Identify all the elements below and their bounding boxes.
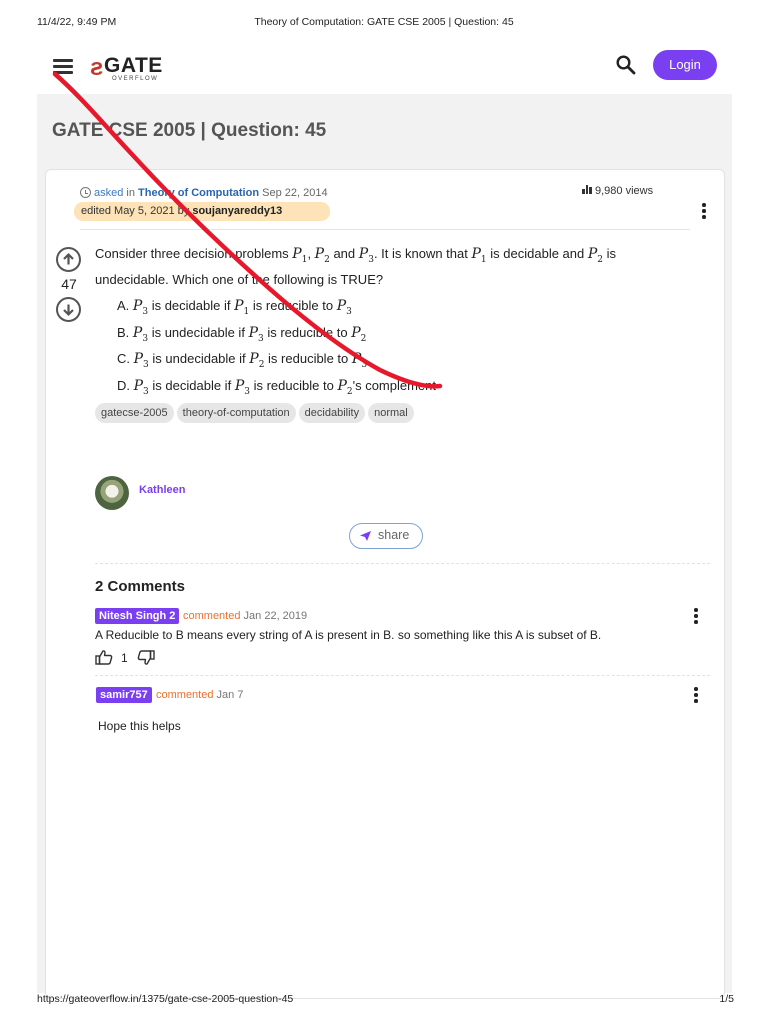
like-count: 1 [121, 651, 128, 665]
category-link[interactable]: Theory of Computation [138, 187, 259, 199]
comment-more-icon[interactable] [694, 608, 698, 624]
top-navbar: ƨ GATE OVERFLOW Login [37, 38, 732, 94]
search-icon[interactable] [615, 54, 637, 76]
edited-label: edited May 5, 2021 [81, 205, 175, 217]
comment-text: Hope this helps [98, 719, 181, 733]
logo-subtext: OVERFLOW [112, 76, 159, 82]
asked-label: asked [94, 187, 124, 199]
comment-user-link[interactable]: samir757 [96, 687, 152, 703]
bar-chart-icon [582, 185, 592, 194]
views-label: views [625, 185, 654, 197]
divider [80, 229, 690, 230]
math-p2: P2 [314, 246, 330, 265]
math-p3: P3 [358, 246, 374, 265]
question-text-part: is decidable and [490, 246, 585, 261]
comments-heading: 2 Comments [95, 578, 186, 595]
page-title: GATE CSE 2005 | Question: 45 [52, 120, 327, 141]
tag-chip[interactable]: normal [368, 403, 414, 423]
comment-text: A Reducible to B means every string of A… [95, 628, 602, 642]
question-meta: asked in Theory of Computation Sep 22, 2… [80, 185, 328, 199]
comment-meta: commented Jan 22, 2019 [183, 610, 308, 622]
divider [95, 563, 710, 564]
tag-chip[interactable]: decidability [298, 403, 366, 423]
comment-user-link[interactable]: Nitesh Singh 2 [95, 608, 180, 624]
author-link[interactable]: Kathleen [139, 484, 185, 496]
question-text: Consider three decision problems P1, P2 … [95, 246, 617, 287]
math-p2: P2 [587, 246, 604, 265]
option-b: B. P3 is undecidable if P3 is reducible … [117, 324, 367, 344]
option-c: C. P3 is undecidable if P2 is reducible … [117, 351, 368, 370]
math-p1: P1 [471, 246, 487, 265]
tag-list: gatecse-2005 theory-of-computation decidab… [95, 403, 417, 423]
views-number: 9,980 [595, 185, 623, 197]
logo-mark: ƨ [90, 54, 104, 81]
tag-chip[interactable]: gatecse-2005 [95, 403, 174, 423]
option-a: A. P3 is decidable if P1 is reducible to… [117, 298, 352, 317]
print-header: 11/4/22, 9:49 PM Theory of Computation: … [0, 16, 768, 30]
view-count: 9,980 views [582, 185, 653, 197]
option-d: D. P3 is decidable if P3 is reducible to… [117, 377, 436, 397]
clock-icon [80, 187, 91, 198]
question-text-part: . It is known that [373, 246, 468, 261]
print-page-title: Theory of Computation: GATE CSE 2005 | Q… [254, 16, 514, 28]
comment-more-icon[interactable] [694, 687, 698, 703]
downvote-icon[interactable] [56, 297, 81, 322]
print-page-number: 1/5 [719, 993, 734, 1005]
math-p1: P1 [292, 246, 308, 265]
upvote-icon[interactable] [56, 247, 81, 272]
editor-link[interactable]: soujanyareddy13 [192, 205, 282, 217]
avatar[interactable] [95, 476, 129, 510]
edited-badge: edited May 5, 2021 by soujanyareddy13 [74, 202, 330, 221]
tag-chip[interactable]: theory-of-computation [176, 403, 296, 423]
share-button[interactable]: share [349, 523, 423, 549]
thumbs-up-icon[interactable] [95, 649, 113, 665]
asked-date: Sep 22, 2014 [262, 187, 328, 199]
options-list: A. P3 is decidable if P1 is reducible to… [117, 296, 436, 402]
login-button[interactable]: Login [653, 50, 717, 80]
comment-meta: commented Jan 7 [156, 689, 244, 701]
in-label: in [126, 187, 135, 199]
question-more-icon[interactable] [702, 203, 706, 219]
question-text-part: Consider three decision problems [95, 246, 289, 261]
share-label: share [378, 528, 410, 542]
thumbs-down-icon[interactable] [137, 650, 155, 666]
logo-wordmark: GATE [104, 54, 163, 77]
question-text-part: and [333, 246, 356, 261]
send-icon [360, 531, 371, 541]
print-url: https://gateoverflow.in/1375/gate-cse-20… [37, 993, 294, 1005]
edited-by-label: by [177, 205, 190, 217]
vote-count: 47 [61, 276, 77, 292]
hamburger-menu-icon[interactable] [53, 58, 73, 74]
divider [95, 675, 710, 676]
